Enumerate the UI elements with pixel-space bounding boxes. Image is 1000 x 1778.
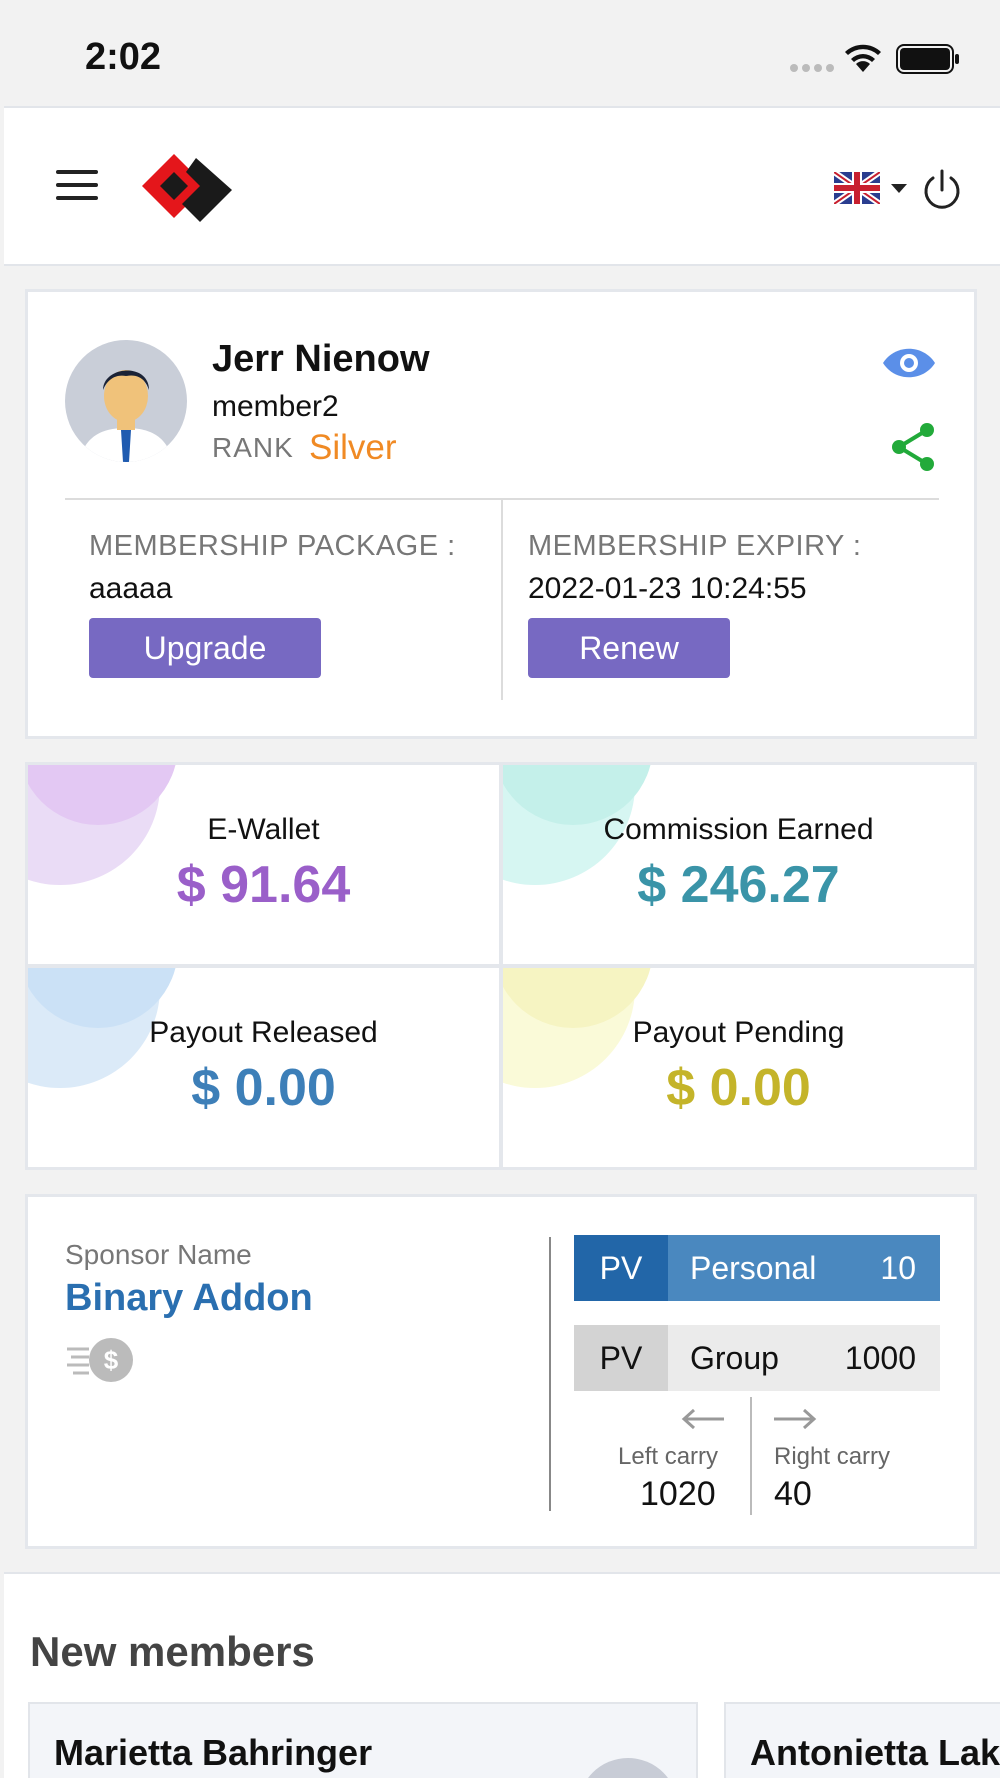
sponsor-label: Sponsor Name — [65, 1239, 252, 1270]
divider — [549, 1237, 551, 1511]
left-carry-value: 1020 — [640, 1475, 716, 1513]
battery-icon — [896, 44, 959, 74]
tile-label: E-Wallet — [207, 813, 320, 846]
membership-package-value: aaaaa — [89, 572, 173, 605]
svg-text:$: $ — [104, 1345, 119, 1375]
member-name: Antonietta Lak — [750, 1732, 1000, 1773]
right-carry-value: 40 — [774, 1475, 812, 1513]
profile-card: Jerr Nienow member2 RANK Silver MEMBERSH… — [25, 289, 977, 739]
right-carry-label: Right carry — [774, 1443, 891, 1470]
e-wallet-tile[interactable]: E-Wallet $ 91.64 — [25, 762, 502, 967]
section-title: New members — [30, 1628, 315, 1675]
membership-expiry-value: 2022-01-23 10:24:55 — [528, 572, 807, 605]
member-card[interactable]: Antonietta Lak — [724, 1702, 1000, 1778]
arrow-right-icon — [774, 1408, 817, 1430]
app-header — [4, 106, 1000, 266]
rank-label: RANK — [212, 432, 294, 463]
pv-group-row: PV Group 1000 — [574, 1325, 940, 1391]
tile-value: $ 0.00 — [666, 1059, 811, 1117]
upgrade-button[interactable]: Upgrade — [89, 618, 321, 678]
left-carry-label: Left carry — [618, 1443, 719, 1470]
status-time: 2:02 — [85, 36, 162, 78]
fast-money-icon: $ — [67, 1338, 133, 1382]
tile-value: $ 246.27 — [637, 856, 840, 914]
member-card[interactable]: Marietta Bahringer — [28, 1702, 698, 1778]
hamburger-menu-icon[interactable] — [56, 170, 98, 200]
divider — [750, 1397, 752, 1515]
tile-label: Commission Earned — [603, 813, 874, 846]
membership-package-label: MEMBERSHIP PACKAGE : — [89, 530, 456, 562]
pv-value: 10 — [880, 1249, 916, 1286]
membership-expiry-label: MEMBERSHIP EXPIRY : — [528, 530, 862, 562]
pv-personal-row: PV Personal 10 — [574, 1235, 940, 1301]
pv-label: Personal — [690, 1249, 817, 1286]
member-name: Marietta Bahringer — [54, 1732, 373, 1773]
uk-flag-icon[interactable] — [834, 172, 880, 204]
tile-label: Payout Released — [149, 1016, 378, 1049]
tile-value: $ 91.64 — [176, 856, 351, 914]
tile-label: Payout Pending — [632, 1016, 845, 1049]
avatar — [65, 340, 187, 462]
sponsor-card: Sponsor Name Binary Addon $ PV Personal … — [25, 1194, 977, 1549]
renew-button[interactable]: Renew — [528, 618, 730, 678]
payout-pending-tile[interactable]: Payout Pending $ 0.00 — [500, 965, 977, 1170]
wifi-icon — [845, 44, 881, 72]
pv-tag: PV — [574, 1235, 668, 1301]
eye-icon[interactable] — [881, 342, 937, 384]
divider — [501, 500, 503, 700]
sponsor-name[interactable]: Binary Addon — [65, 1277, 313, 1320]
payout-released-tile[interactable]: Payout Released $ 0.00 — [25, 965, 502, 1170]
new-members-section: New members Marietta Bahringer Antoniett… — [4, 1572, 1000, 1778]
chevron-down-icon[interactable] — [891, 184, 907, 193]
arrow-left-icon — [681, 1408, 724, 1430]
cellular-signal-icon — [790, 64, 834, 72]
profile-name: Jerr Nienow — [212, 338, 430, 380]
power-icon[interactable] — [920, 168, 964, 212]
pv-value: 1000 — [844, 1339, 916, 1376]
avatar — [578, 1758, 678, 1778]
tile-value: $ 0.00 — [191, 1059, 336, 1117]
rank-value: Silver — [309, 428, 397, 467]
status-bar: 2:02 — [0, 0, 1000, 106]
profile-username: member2 — [212, 390, 339, 423]
share-icon[interactable] — [889, 421, 937, 473]
commission-earned-tile[interactable]: Commission Earned $ 246.27 — [500, 762, 977, 967]
pv-tag: PV — [574, 1325, 668, 1391]
pv-label: Group — [690, 1339, 779, 1376]
logo — [142, 154, 232, 222]
